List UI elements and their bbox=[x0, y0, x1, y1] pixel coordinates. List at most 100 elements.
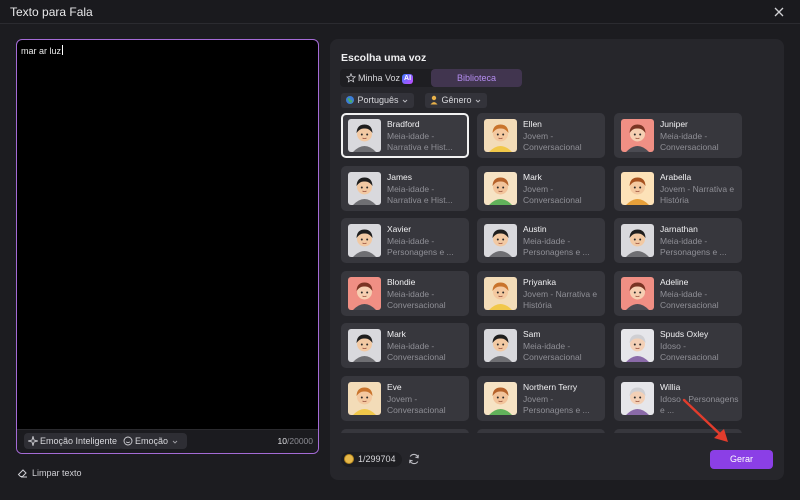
language-filter[interactable]: Português bbox=[341, 93, 415, 108]
credits-counter: 1/299704 bbox=[341, 452, 402, 467]
voice-card[interactable]: Arabella Jovem - Narrativa e História bbox=[614, 166, 742, 211]
voice-tabs: Minha Voz AI Biblioteca bbox=[340, 69, 522, 87]
avatar bbox=[348, 382, 381, 415]
eraser-icon bbox=[17, 469, 27, 478]
gender-filter[interactable]: Gênero bbox=[425, 93, 488, 108]
language-filter-label: Português bbox=[357, 95, 399, 105]
ai-badge: AI bbox=[402, 74, 414, 84]
voice-card[interactable]: Eve Jovem - Conversacional bbox=[341, 376, 469, 421]
clear-text-button[interactable]: Limpar texto bbox=[17, 467, 82, 478]
voice-name: Northern Terry bbox=[523, 382, 578, 392]
voice-name: Mark bbox=[523, 172, 542, 182]
voice-name: Spuds Oxley bbox=[660, 329, 709, 339]
tab-library[interactable]: Biblioteca bbox=[431, 69, 522, 87]
voice-description: Meia-idade - Narrativa e Hist... bbox=[387, 131, 453, 152]
voice-description: Idoso - Personagens e ... bbox=[660, 394, 739, 415]
voice-description: Meia-idade - Conversacional bbox=[660, 289, 719, 310]
smile-icon bbox=[123, 436, 133, 446]
tab-my-voice[interactable]: Minha Voz AI bbox=[345, 69, 414, 87]
avatar bbox=[484, 119, 517, 152]
avatar bbox=[484, 382, 517, 415]
emotion-label: Emoção bbox=[135, 436, 169, 446]
voice-name: Bradford bbox=[387, 119, 420, 129]
chevron-down-icon bbox=[172, 440, 177, 444]
voice-description: Meia-idade - Conversacional bbox=[660, 131, 719, 152]
voice-name: Jarnathan bbox=[660, 224, 698, 234]
voice-card[interactable]: Northern Terry Jovem - Personagens e ... bbox=[477, 376, 605, 421]
voice-name: Blondie bbox=[387, 277, 416, 287]
editor-footer: Emoção Inteligente Emoção 10/20000 bbox=[17, 429, 318, 453]
voice-card[interactable]: Mark Jovem - Conversacional bbox=[477, 166, 605, 211]
avatar bbox=[621, 382, 654, 415]
voice-name: Ellen bbox=[523, 119, 542, 129]
voice-name: Mark bbox=[387, 329, 406, 339]
window-title: Texto para Fala bbox=[10, 5, 93, 19]
avatar bbox=[621, 224, 654, 257]
voice-description: Meia-idade - Personagens e ... bbox=[523, 236, 590, 257]
voice-description: Idoso - Conversacional bbox=[660, 341, 719, 362]
voice-description: Meia-idade - Conversacional bbox=[387, 341, 446, 362]
voice-card[interactable]: Willia Idoso - Personagens e ... bbox=[614, 376, 742, 421]
voice-card-partial[interactable] bbox=[477, 429, 605, 433]
chevron-down-icon bbox=[475, 99, 481, 103]
voice-description: Meia-idade - Personagens e ... bbox=[660, 236, 727, 257]
avatar bbox=[348, 224, 381, 257]
voice-card-partial[interactable] bbox=[614, 429, 742, 433]
person-icon bbox=[430, 95, 438, 105]
coin-icon bbox=[344, 454, 354, 464]
text-caret bbox=[62, 45, 64, 55]
voice-description: Meia-idade - Conversacional bbox=[523, 341, 582, 362]
voice-card[interactable]: Jarnathan Meia-idade - Personagens e ... bbox=[614, 218, 742, 263]
refresh-icon bbox=[409, 453, 419, 465]
avatar bbox=[348, 277, 381, 310]
voice-name: Sam bbox=[523, 329, 541, 339]
gender-filter-label: Gênero bbox=[441, 95, 472, 105]
voice-card[interactable]: James Meia-idade - Narrativa e Hist... bbox=[341, 166, 469, 211]
avatar bbox=[484, 172, 517, 205]
voice-card[interactable]: Xavier Meia-idade - Personagens e ... bbox=[341, 218, 469, 263]
refresh-button[interactable] bbox=[407, 452, 421, 466]
voice-card[interactable]: Adeline Meia-idade - Conversacional bbox=[614, 271, 742, 316]
voice-description: Jovem - Personagens e ... bbox=[523, 394, 590, 415]
voice-card[interactable]: Juniper Meia-idade - Conversacional bbox=[614, 113, 742, 158]
voice-name: Priyanka bbox=[523, 277, 557, 287]
voice-description: Jovem - Conversacional bbox=[523, 184, 582, 205]
emotion-ai-label: Emoção Inteligente bbox=[40, 436, 118, 446]
voice-description: Jovem - Conversacional bbox=[523, 131, 582, 152]
voice-card[interactable]: Priyanka Jovem - Narrativa e História bbox=[477, 271, 605, 316]
close-icon bbox=[774, 7, 784, 17]
voice-card[interactable]: Blondie Meia-idade - Conversacional bbox=[341, 271, 469, 316]
avatar bbox=[348, 329, 381, 362]
close-button[interactable] bbox=[772, 5, 786, 19]
editor-text: mar ar luz bbox=[21, 46, 62, 56]
char-count: 10/20000 bbox=[277, 436, 313, 446]
voice-grid: Bradford Meia-idade - Narrativa e Hist...… bbox=[341, 113, 745, 433]
voice-name: Eve bbox=[387, 382, 402, 392]
star-icon bbox=[345, 72, 357, 83]
voice-name: James bbox=[387, 172, 413, 182]
avatar bbox=[621, 172, 654, 205]
voice-description: Jovem - Narrativa e História bbox=[660, 184, 735, 205]
avatar bbox=[484, 224, 517, 257]
emotion-dropdown[interactable]: Emoção bbox=[119, 433, 187, 449]
avatar bbox=[621, 329, 654, 362]
emotion-ai-button[interactable]: Emoção Inteligente bbox=[24, 433, 124, 449]
avatar bbox=[621, 277, 654, 310]
voice-card-partial[interactable] bbox=[341, 429, 469, 433]
chevron-down-icon bbox=[402, 99, 408, 103]
voice-card[interactable]: Mark Meia-idade - Conversacional bbox=[341, 323, 469, 368]
sparkle-icon bbox=[28, 436, 38, 446]
voice-card[interactable]: Ellen Jovem - Conversacional bbox=[477, 113, 605, 158]
voice-card[interactable]: Spuds Oxley Idoso - Conversacional bbox=[614, 323, 742, 368]
voice-card[interactable]: Sam Meia-idade - Conversacional bbox=[477, 323, 605, 368]
voice-card[interactable]: Bradford Meia-idade - Narrativa e Hist... bbox=[341, 113, 469, 158]
generate-button[interactable]: Gerar bbox=[710, 450, 773, 469]
avatar bbox=[621, 119, 654, 152]
text-editor[interactable]: mar ar luz Emoção Inteligente Emoção 10/… bbox=[16, 39, 319, 454]
voice-description: Meia-idade - Narrativa e Hist... bbox=[387, 184, 453, 205]
voice-name: Arabella bbox=[660, 172, 692, 182]
voice-card[interactable]: Austin Meia-idade - Personagens e ... bbox=[477, 218, 605, 263]
clear-text-label: Limpar texto bbox=[32, 468, 82, 478]
voice-name: Austin bbox=[523, 224, 547, 234]
avatar bbox=[484, 329, 517, 362]
